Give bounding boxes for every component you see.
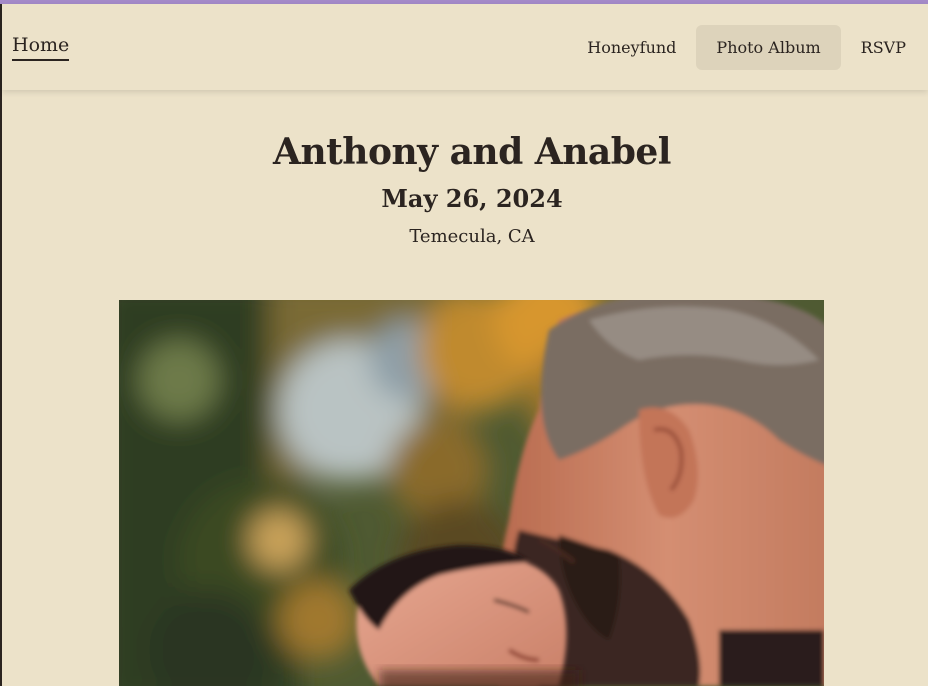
nav-link-honeyfund[interactable]: Honeyfund (567, 25, 696, 70)
couple-names-title: Anthony and Anabel (273, 131, 671, 173)
wedding-location: Temecula, CA (409, 226, 535, 247)
nav-link-photo-album[interactable]: Photo Album (696, 25, 841, 70)
nav-home-link[interactable]: Home (12, 34, 70, 61)
nav-links: Honeyfund Photo Album RSVP (567, 25, 928, 70)
couple-photo (119, 300, 824, 686)
navbar: Home Honeyfund Photo Album RSVP (2, 4, 928, 90)
wedding-header: Anthony and Anabel May 26, 2024 Temecula… (0, 130, 928, 248)
nav-link-rsvp[interactable]: RSVP (841, 25, 928, 70)
window-left-edge (0, 0, 2, 686)
wedding-date: May 26, 2024 (381, 184, 563, 213)
